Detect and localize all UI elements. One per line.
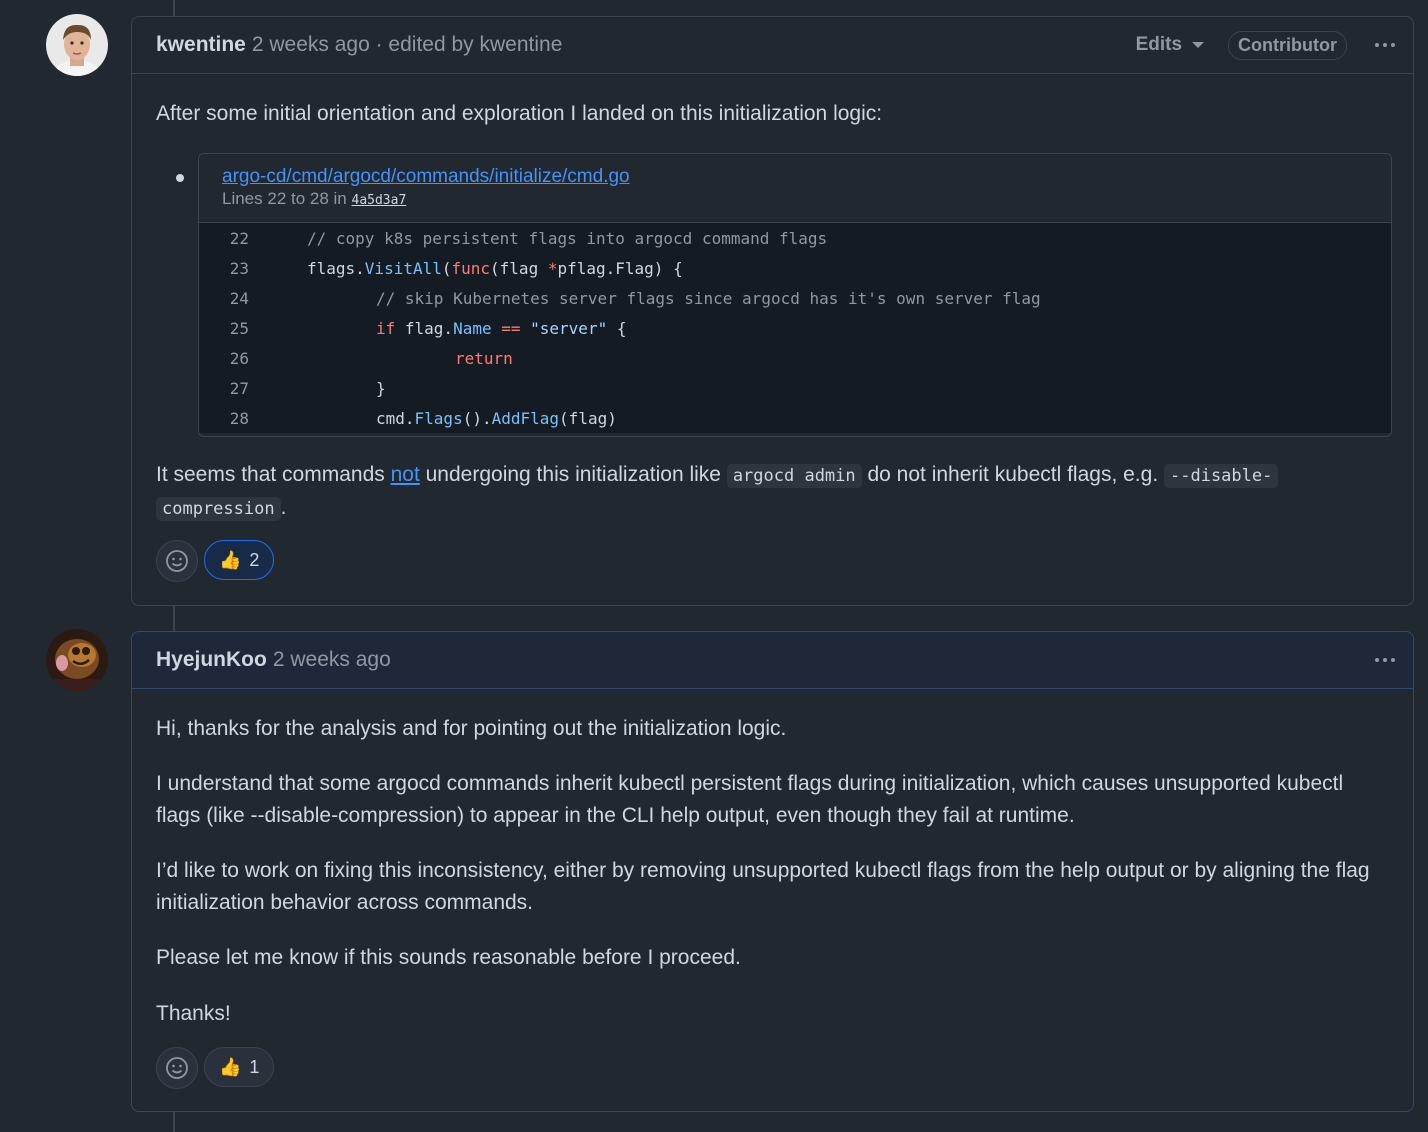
line-number[interactable]: 24 xyxy=(199,289,249,308)
line-number[interactable]: 27 xyxy=(199,379,249,398)
snippet-header: argo-cd/cmd/argocd/commands/initialize/c… xyxy=(199,154,1391,223)
edits-dropdown[interactable]: Edits xyxy=(1135,34,1205,56)
thumbs-up-icon: 👍 xyxy=(219,549,242,570)
timeline-line xyxy=(173,0,175,16)
code-text: cmd.Flags().AddFlag(flag) xyxy=(376,408,617,428)
line-number[interactable]: 23 xyxy=(199,259,249,278)
comment-timestamp[interactable]: 2 weeks ago xyxy=(273,648,391,672)
avatar-hyejunkoo[interactable] xyxy=(46,629,108,691)
code-text: // skip Kubernetes server flags since ar… xyxy=(376,288,1041,308)
code-line: 28 cmd.Flags().AddFlag(flag) xyxy=(199,403,1391,433)
snippet-lines-label: Lines 22 to 28 in xyxy=(222,189,347,208)
reaction-count: 2 xyxy=(249,549,260,570)
code-line: 25 if flag.Name == "server" { xyxy=(199,313,1391,343)
code-line: 23 flags.VisitAll(func(flag *pflag.Flag)… xyxy=(199,253,1391,283)
snippet-file-link[interactable]: argo-cd/cmd/argocd/commands/initialize/c… xyxy=(222,166,630,187)
reaction-count: 1 xyxy=(249,1056,260,1077)
kebab-menu-icon[interactable] xyxy=(1371,654,1399,666)
code-text: flags.VisitAll(func(flag *pflag.Flag) { xyxy=(307,258,683,278)
comment-header: kwentine 2 weeks ago · edited by kwentin… xyxy=(132,17,1413,74)
timeline-line xyxy=(173,605,175,631)
thumbs-up-reaction[interactable]: 👍 2 xyxy=(204,540,275,580)
code-permalink-snippet: argo-cd/cmd/argocd/commands/initialize/c… xyxy=(198,153,1392,437)
line-number[interactable]: 28 xyxy=(199,409,249,428)
avatar-kwentine[interactable] xyxy=(46,14,108,76)
reactions-bar: 👍 1 xyxy=(156,1047,275,1089)
comment-hyejunkoo: HyejunKoo 2 weeks ago Hi, thanks for the… xyxy=(131,631,1414,1112)
code-block: 22 // copy k8s persistent flags into arg… xyxy=(199,223,1391,433)
add-reaction-button[interactable] xyxy=(156,540,198,582)
comment-paragraph: Thanks! xyxy=(156,1002,231,1025)
reactions-bar: 👍 2 xyxy=(156,540,275,582)
edits-label: Edits xyxy=(1135,34,1183,55)
line-number[interactable]: 26 xyxy=(199,349,249,368)
code-line: 26 return xyxy=(199,343,1391,373)
comment-paragraph: It seems that commands not undergoing th… xyxy=(156,459,1356,525)
code-line: 24 // skip Kubernetes server flags since… xyxy=(199,283,1391,313)
inline-code: compression xyxy=(156,497,281,521)
contributor-badge: Contributor xyxy=(1228,30,1347,60)
comment-author[interactable]: HyejunKoo xyxy=(156,648,267,672)
thumbs-up-icon: 👍 xyxy=(219,1056,242,1077)
comment-paragraph: After some initial orientation and explo… xyxy=(156,102,883,125)
inline-code: argocd admin xyxy=(726,464,862,488)
timeline-line xyxy=(173,1112,175,1132)
comment-paragraph: Please let me know if this sounds reason… xyxy=(156,946,741,969)
caret-down-icon xyxy=(1192,42,1205,48)
code-text: return xyxy=(455,348,513,368)
comment-paragraph: I’d like to work on fixing this inconsis… xyxy=(156,859,1370,914)
comment-kwentine: kwentine 2 weeks ago · edited by kwentin… xyxy=(131,16,1414,606)
code-text: if flag.Name == "server" { xyxy=(376,318,627,338)
code-line: 27 } xyxy=(199,373,1391,403)
kebab-menu-icon[interactable] xyxy=(1371,39,1399,51)
not-link[interactable]: not xyxy=(391,463,420,486)
comment-header: HyejunKoo 2 weeks ago xyxy=(132,632,1413,689)
comment-paragraph: Hi, thanks for the analysis and for poin… xyxy=(156,717,787,740)
code-text: } xyxy=(376,378,386,398)
thumbs-up-reaction[interactable]: 👍 1 xyxy=(204,1047,275,1087)
comment-paragraph: I understand that some argocd commands i… xyxy=(156,772,1344,827)
line-number[interactable]: 22 xyxy=(199,229,249,248)
add-reaction-button[interactable] xyxy=(156,1047,198,1089)
comment-author[interactable]: kwentine xyxy=(156,33,246,57)
comment-timestamp[interactable]: 2 weeks ago · edited by kwentine xyxy=(252,33,563,57)
code-line: 22 // copy k8s persistent flags into arg… xyxy=(199,223,1391,253)
line-number[interactable]: 25 xyxy=(199,319,249,338)
smiley-icon xyxy=(166,1057,188,1079)
smiley-icon xyxy=(166,550,188,572)
code-text: // copy k8s persistent flags into argocd… xyxy=(307,228,828,248)
commit-sha-link[interactable]: 4a5d3a7 xyxy=(352,193,407,208)
list-bullet xyxy=(176,174,184,182)
inline-code: --disable- xyxy=(1164,464,1279,488)
